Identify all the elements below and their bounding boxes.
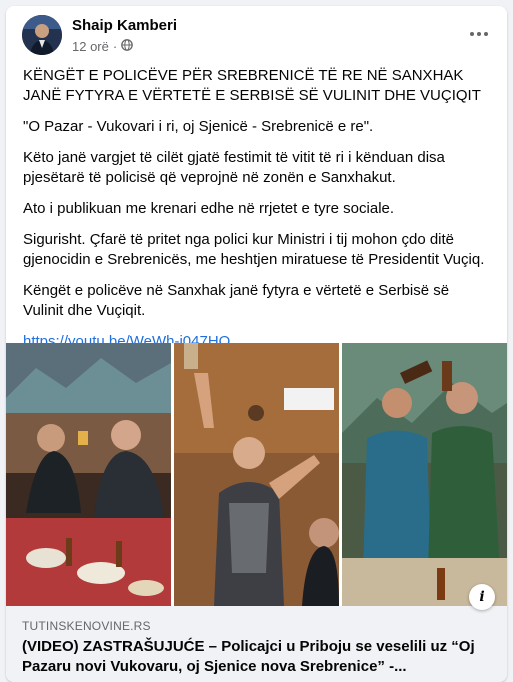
more-horizontal-icon	[470, 32, 474, 36]
post-meta: 12 orë ·	[72, 39, 134, 54]
post-time[interactable]: 12 orë	[72, 39, 109, 54]
globe-icon[interactable]	[121, 39, 134, 54]
preview-image-strip[interactable]	[6, 343, 507, 606]
post-paragraph: "O Pazar - Vukovari i ri, oj Sjenicë - S…	[23, 118, 374, 135]
post-headline: KËNGËT E POLICËVE PËR SREBRENICË TË RE N…	[23, 67, 481, 104]
post-paragraph: Ato i publikuan me krenari edhe në rrjet…	[23, 200, 395, 217]
post-header: Shaip Kamberi 12 orë ·	[6, 6, 507, 62]
preview-photo-1	[6, 343, 171, 606]
link-preview[interactable]: i TUTINSKENOVINE.RS (VIDEO) ZASTRAŠUJUĆE…	[6, 584, 507, 682]
post-paragraph: Këto janë vargjet të cilët gjatë festimi…	[23, 149, 445, 186]
post-card: Shaip Kamberi 12 orë · KËNGËT E POLICËVE…	[6, 6, 507, 682]
author-avatar[interactable]	[22, 15, 62, 55]
author-name[interactable]: Shaip Kamberi	[72, 17, 177, 34]
meta-separator: ·	[112, 39, 118, 54]
more-options-button[interactable]	[463, 22, 495, 46]
info-icon[interactable]: i	[469, 584, 495, 610]
preview-photo-3	[342, 343, 507, 606]
avatar-image	[22, 15, 62, 55]
post-body: KËNGËT E POLICËVE PËR SREBRENICË TË RE N…	[23, 66, 491, 363]
preview-domain: TUTINSKENOVINE.RS	[22, 619, 151, 633]
preview-photo-2	[174, 343, 339, 606]
post-paragraph: Sigurisht. Çfarë të pritet nga polici ku…	[23, 231, 485, 268]
preview-title[interactable]: (VIDEO) ZASTRAŠUJUĆE – Policajci u Pribo…	[22, 637, 492, 677]
post-paragraph: Këngët e policëve në Sanxhak janë fytyra…	[23, 282, 450, 319]
